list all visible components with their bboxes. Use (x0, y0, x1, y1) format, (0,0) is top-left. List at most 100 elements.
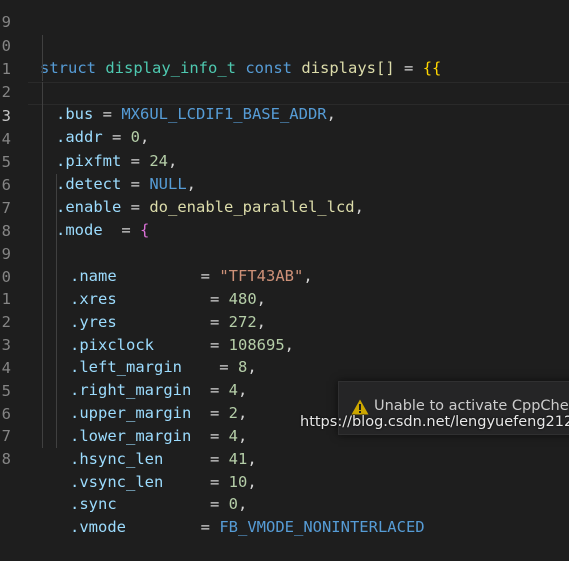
member-name: .bus (56, 105, 94, 124)
comma: , (238, 494, 248, 513)
code-editor[interactable]: 9 0 struct display_info_t const displays… (0, 0, 569, 536)
comma: , (140, 128, 150, 147)
code-line[interactable]: 5 .enable = do_enable_parallel_lcd, (0, 128, 364, 216)
code-line[interactable]: 4 .detect = NULL, (0, 105, 196, 193)
code-line[interactable]: 0 .pixclock = 108695, (0, 243, 294, 354)
member-value: 8 (237, 357, 248, 376)
code-line[interactable]: 6 .mode = { (0, 151, 149, 239)
member-value: NULL (149, 175, 187, 194)
member-value: 2 (228, 403, 238, 422)
code-text: .yres = 272, (70, 311, 266, 334)
member-name: .vmode (70, 517, 126, 536)
keyword-const: const (245, 59, 293, 78)
code-text: .addr = 0, (56, 126, 149, 149)
indent-guide (42, 380, 43, 403)
assign-op: = (163, 472, 229, 491)
assign-op: = (116, 494, 229, 513)
comma: , (256, 289, 266, 308)
code-line[interactable]: 4 .lower_margin = 4, (0, 334, 247, 445)
code-line[interactable]: 8 .vmode = FB_VMODE_NONINTERLACED (0, 425, 425, 536)
indent-guide (42, 334, 43, 357)
indent-guide (42, 425, 43, 448)
indent-guide (42, 357, 43, 380)
code-line[interactable]: 7 .name = "TFT43AB", (0, 174, 313, 285)
assign-op: = (181, 357, 238, 376)
code-text: .enable = do_enable_parallel_lcd, (56, 196, 364, 219)
member-name: .upper_margin (70, 403, 192, 422)
indent-guide (56, 174, 57, 197)
member-value: do_enable_parallel_lcd (149, 198, 355, 217)
member-value: 0 (228, 494, 238, 513)
indent-guide (42, 220, 43, 243)
code-text: .lower_margin = 4, (70, 425, 247, 448)
comma: , (238, 380, 248, 399)
assign-op: = (116, 289, 229, 308)
keyword-struct: struct (40, 59, 96, 78)
assign-op: = (191, 426, 229, 445)
code-line[interactable]: 3 .upper_margin = 2, (0, 311, 247, 422)
code-line[interactable]: 7 .sync = 0, (0, 402, 247, 513)
member-name: .addr (56, 128, 103, 147)
assign-op: = (121, 175, 150, 194)
member-name: .name (70, 266, 117, 285)
indent-guide (42, 265, 43, 288)
comma: , (354, 198, 364, 217)
variable-name: displays[] (301, 59, 395, 78)
indent-guide (42, 35, 43, 58)
indent-guide (42, 311, 43, 334)
assign-op: = (163, 449, 229, 468)
assign-op: = (102, 128, 131, 147)
member-value: 10 (228, 472, 248, 491)
code-line[interactable]: 5 .hsync_len = 41, (0, 357, 257, 468)
code-line[interactable]: 2 .addr = 0, (0, 58, 149, 146)
indent-guide (56, 357, 57, 380)
comma: , (247, 357, 257, 376)
indent-guide (56, 265, 57, 288)
code-line[interactable]: 1 .bus = MX6UL_LCDIF1_BASE_ADDR, (0, 35, 336, 123)
comma: , (168, 152, 178, 171)
code-text: .upper_margin = 2, (70, 402, 247, 425)
assign-op: = (191, 380, 229, 399)
member-value: 4 (228, 380, 238, 399)
member-name: .right_margin (70, 380, 192, 399)
code-text: .name = "TFT43AB", (70, 265, 313, 288)
indent-guide (42, 402, 43, 425)
code-line-active[interactable]: 3 .pixfmt = 24, (0, 82, 177, 170)
indent-guide (56, 380, 57, 403)
indent-guide (42, 58, 43, 81)
assign-op: = (121, 152, 150, 171)
code-line[interactable]: 9 .yres = 272, (0, 220, 266, 331)
comma: , (238, 403, 248, 422)
code-text: .pixclock = 108695, (70, 334, 294, 357)
code-line[interactable]: 8 .xres = 480, (0, 197, 266, 308)
indent-guide (56, 402, 57, 425)
code-text: .xres = 480, (70, 288, 266, 311)
code-line[interactable]: 0 struct display_info_t const displays[]… (0, 12, 442, 78)
comma: , (284, 335, 294, 354)
assign-op: = (394, 59, 423, 78)
indent-guide (42, 197, 43, 220)
type-name: display_info_t (105, 59, 236, 78)
indent-guide (42, 128, 43, 151)
assign-op: = (93, 105, 122, 124)
member-name: .enable (56, 198, 122, 217)
code-line[interactable]: 1 .left_margin = 8, (0, 265, 257, 376)
indent-guide (42, 105, 43, 128)
assign-op: = (121, 198, 150, 217)
current-line-highlight (28, 82, 569, 105)
comma: , (326, 105, 336, 124)
comma: , (186, 175, 196, 194)
member-value: 272 (228, 312, 257, 331)
member-name: .vsync_len (70, 472, 164, 491)
member-name: .detect (56, 175, 122, 194)
indent-guide (56, 220, 57, 243)
assign-op: = (154, 335, 229, 354)
code-line[interactable]: 9 (0, 0, 37, 31)
member-name: .pixfmt (56, 152, 122, 171)
code-text: .mode = { (56, 219, 149, 242)
code-line[interactable]: 2 .right_margin = 4, (0, 288, 247, 399)
code-line[interactable]: 6 .vsync_len = 10, (0, 380, 257, 491)
comma: , (247, 472, 257, 491)
member-value: 4 (228, 426, 238, 445)
member-value: MX6UL_LCDIF1_BASE_ADDR (121, 105, 327, 124)
